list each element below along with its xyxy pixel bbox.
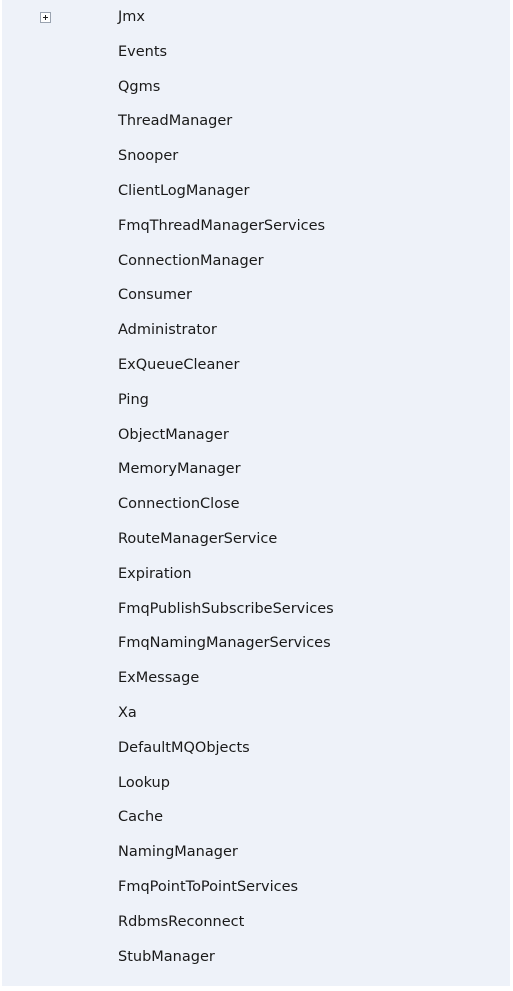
tree-item-label: ObjectManager (118, 426, 229, 443)
tree-item[interactable]: Consumer (2, 283, 510, 318)
tree-item-label: ClientLogManager (118, 182, 250, 199)
tree-item-label: FmqPointToPointServices (118, 878, 299, 895)
tree-item-label: Ping (118, 391, 149, 408)
tree-item[interactable]: Expiration (2, 562, 510, 597)
tree-item[interactable]: ClientLogManager (2, 179, 510, 214)
tree-item-label: Xa (118, 704, 137, 721)
tree-item[interactable]: Cache (2, 805, 510, 840)
tree-item-label: ConnectionManager (118, 252, 264, 269)
tree-item-label: Jmx (118, 9, 145, 25)
tree-item-label: RouteManagerService (118, 530, 278, 547)
tree-item[interactable]: DefaultMQObjects (2, 736, 510, 771)
tree-item-label: FmqThreadManagerServices (118, 217, 326, 234)
tree-item-label: MemoryManager (118, 461, 241, 478)
tree-item-label: Lookup (118, 774, 170, 791)
tree-item-label: Consumer (118, 287, 192, 304)
tree-item[interactable]: Xa (2, 701, 510, 736)
tree-item[interactable]: RouteManagerService (2, 527, 510, 562)
tree-item[interactable]: RdbmsReconnect (2, 910, 510, 945)
tree-item-label: Cache (118, 809, 164, 826)
tree-item[interactable]: ExQueueCleaner (2, 353, 510, 388)
tree-item-label: ExQueueCleaner (118, 356, 240, 373)
tree-item-label: FmqNamingManagerServices (118, 635, 331, 652)
tree-item[interactable]: Lookup (2, 771, 510, 806)
tree-item[interactable]: FmqPublishSubscribeServices (2, 597, 510, 632)
tree-item[interactable]: ObjectManager (2, 423, 510, 458)
tree-item-label: StubManager (118, 948, 215, 965)
tree-item[interactable]: StubManager (2, 945, 510, 980)
tree-item-label: ExMessage (118, 670, 200, 687)
tree-item[interactable]: ThreadManager (2, 109, 510, 144)
plus-expand-icon[interactable] (40, 12, 51, 23)
tree-list: Jmx Events Qgms ThreadManager Snooper ClientL… (2, 5, 510, 979)
tree-item[interactable]: Jmx (2, 5, 510, 40)
tree-item-label: ConnectionClose (118, 496, 240, 513)
tree-item[interactable]: ConnectionClose (2, 492, 510, 527)
tree-item[interactable]: Ping (2, 388, 510, 423)
tree-item-label: RdbmsReconnect (118, 913, 245, 930)
tree-item[interactable]: ConnectionManager (2, 249, 510, 284)
tree-item[interactable]: FmqPointToPointServices (2, 875, 510, 910)
tree-item-label: ThreadManager (118, 113, 233, 130)
tree-item[interactable]: NamingManager (2, 840, 510, 875)
tree-item-label: FmqPublishSubscribeServices (118, 600, 334, 617)
tree-item[interactable]: Snooper (2, 144, 510, 179)
tree-item[interactable]: Administrator (2, 318, 510, 353)
tree-item[interactable]: MemoryManager (2, 457, 510, 492)
tree-item-label: Administrator (118, 322, 217, 339)
tree-item[interactable]: ExMessage (2, 666, 510, 701)
tree-panel: Jmx Events Qgms ThreadManager Snooper ClientL… (2, 0, 510, 986)
tree-item[interactable]: FmqNamingManagerServices (2, 631, 510, 666)
tree-item-label: DefaultMQObjects (118, 739, 250, 756)
tree-item[interactable]: Qgms (2, 75, 510, 110)
tree-item-label: Snooper (118, 148, 179, 165)
tree-item[interactable]: FmqThreadManagerServices (2, 214, 510, 249)
tree-item-label: NamingManager (118, 844, 238, 861)
tree-item-label: Qgms (118, 78, 161, 95)
tree-item[interactable]: Events (2, 40, 510, 75)
tree-item-label: Events (118, 43, 168, 60)
tree-item-label: Expiration (118, 565, 192, 582)
